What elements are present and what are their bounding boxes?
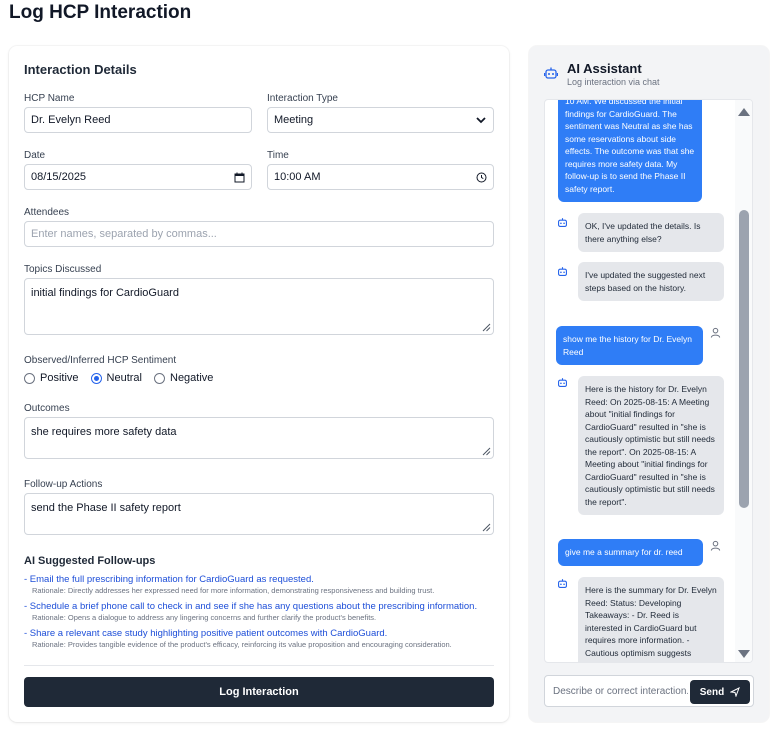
hcp-name-label: HCP Name [24,93,75,104]
suggestion-item: - Share a relevant case study highlighti… [24,628,494,649]
suggestion-rationale: Rationale: Provides tangible evidence of… [32,640,452,649]
suggestion-item: - Email the full prescribing information… [24,574,494,595]
interaction-type-label: Interaction Type [267,93,338,104]
attendees-placeholder: Enter names, separated by commas... [31,228,217,240]
assistant-subtitle: Log interaction via chat [567,77,660,87]
radio-positive[interactable] [24,372,35,384]
outcomes-value: she requires more safety data [31,426,177,438]
robot-icon [558,218,567,227]
send-label: Send [699,686,725,698]
hcp-name-value: Dr. Evelyn Reed [31,114,111,126]
ai-assistant-panel: AI Assistant Log interaction via chat 10… [529,46,769,722]
suggestions-title: AI Suggested Follow-ups [24,555,156,567]
topics-value: initial findings for CardioGuard [31,287,179,299]
assistant-message: I've updated the suggested next steps ba… [578,262,724,301]
outcomes-label: Outcomes [24,403,70,414]
assistant-message: Here is the summary for Dr. Evelyn Reed:… [578,577,724,662]
interaction-type-select[interactable]: Meeting [267,107,494,133]
hcp-name-input[interactable]: Dr. Evelyn Reed [24,107,252,133]
sentiment-radio-group: Positive Neutral Negative [24,372,225,384]
attendees-label: Attendees [24,207,70,218]
clock-icon[interactable] [476,172,487,183]
send-button[interactable]: Send [690,680,750,704]
radio-label: Positive [40,372,79,384]
chat-log[interactable]: 10 AM. We discussed the initial findings… [544,99,753,663]
chat-scrollbar[interactable] [735,100,752,662]
calendar-icon[interactable] [234,172,245,183]
user-message: 10 AM. We discussed the initial findings… [558,100,702,202]
robot-icon [558,267,567,276]
chat-input-placeholder: Describe or correct interaction... [553,686,688,697]
radio-negative[interactable] [154,372,165,384]
radio-label: Negative [170,372,214,384]
chat-input[interactable]: Describe or correct interaction... Send [544,675,754,707]
sentiment-negative[interactable]: Negative [154,372,213,384]
section-title: Interaction Details [24,62,137,77]
suggestion-rationale: Rationale: Opens a dialogue to address a… [32,613,377,622]
date-value: 08/15/2025 [31,171,87,183]
user-message: give me a summary for dr. reed [558,539,703,566]
date-label: Date [24,150,46,161]
robot-icon [558,378,567,387]
topics-label: Topics Discussed [24,264,102,275]
suggestion-link[interactable]: - Email the full prescribing information… [24,574,494,585]
page-title: Log HCP Interaction [9,2,192,23]
sentiment-neutral[interactable]: Neutral [90,372,142,384]
scroll-up-arrow[interactable] [738,108,750,116]
user-message: show me the history for Dr. Evelyn Reed [556,326,703,365]
interaction-type-value: Meeting [274,114,314,126]
date-input[interactable]: 08/15/2025 [24,164,252,190]
robot-icon [544,67,558,79]
assistant-message: OK, I've updated the details. Is there a… [578,213,724,252]
assistant-message: Here is the history for Dr. Evelyn Reed:… [578,376,724,515]
radio-label: Neutral [106,372,142,384]
sentiment-label: Observed/Inferred HCP Sentiment [24,355,177,366]
followup-label: Follow-up Actions [24,479,103,490]
user-icon [710,540,721,551]
time-value: 10:00 AM [274,171,321,183]
suggestion-link[interactable]: - Schedule a brief phone call to check i… [24,601,494,612]
radio-neutral[interactable] [90,372,102,384]
time-label: Time [267,150,289,161]
resize-handle-icon[interactable] [482,323,491,332]
user-icon [710,327,721,338]
sentiment-positive[interactable]: Positive [24,372,79,384]
resize-handle-icon[interactable] [482,447,491,456]
suggestion-item: - Schedule a brief phone call to check i… [24,601,494,622]
suggestion-link[interactable]: - Share a relevant case study highlighti… [24,628,494,639]
send-icon [730,687,741,697]
scroll-thumb[interactable] [739,210,749,508]
followup-value: send the Phase II safety report [31,502,181,514]
resize-handle-icon[interactable] [482,523,491,532]
time-input[interactable]: 10:00 AM [267,164,494,190]
attendees-input[interactable]: Enter names, separated by commas... [24,221,494,247]
chevron-down-icon [476,117,486,124]
divider [24,665,494,666]
scroll-down-arrow[interactable] [738,650,750,658]
assistant-title: AI Assistant [567,61,642,76]
robot-icon [558,579,567,588]
suggestion-rationale: Rationale: Directly addresses her expres… [32,586,435,595]
log-interaction-button[interactable]: Log Interaction [24,677,494,707]
interaction-details-card: Interaction Details HCP Name Dr. Evelyn … [9,46,509,722]
topics-textarea[interactable]: initial findings for CardioGuard [24,278,494,335]
outcomes-textarea[interactable]: she requires more safety data [24,417,494,459]
followup-textarea[interactable]: send the Phase II safety report [24,493,494,535]
